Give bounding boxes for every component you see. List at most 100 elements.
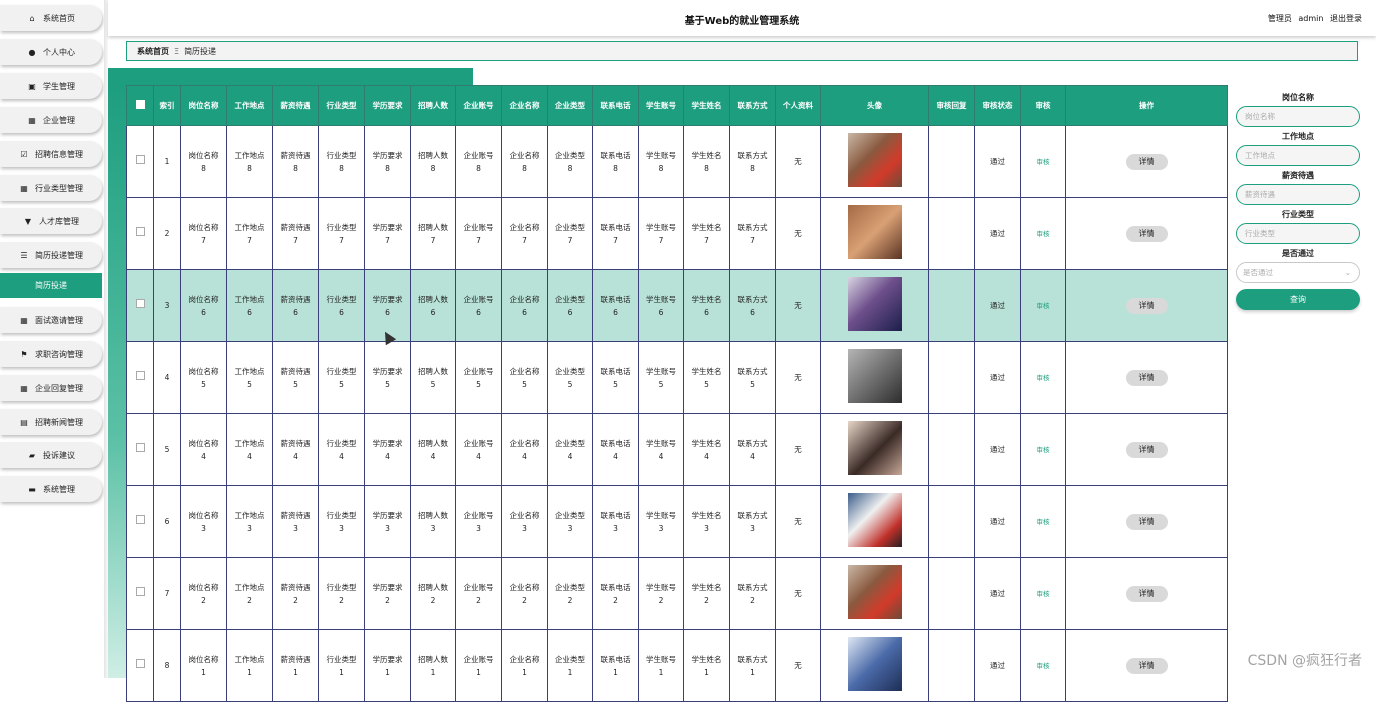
sidebar-item-companies[interactable]: ▦ 企业管理 xyxy=(0,107,102,133)
cell-label: 企业名称 xyxy=(509,222,540,232)
resume-value: 无 xyxy=(794,445,802,454)
cell-number: 7 xyxy=(201,235,206,245)
row-select-cell[interactable] xyxy=(126,125,154,198)
search-input-salary[interactable] xyxy=(1236,184,1360,205)
row-select-cell[interactable] xyxy=(126,629,154,702)
sidebar-item-system[interactable]: ▬ 系统管理 xyxy=(0,476,102,502)
cell-label: 岗位名称 xyxy=(188,150,219,160)
audit-link[interactable]: 审核 xyxy=(1037,662,1050,670)
cell-number: 1 xyxy=(293,667,298,677)
sidebar-item-resume-management[interactable]: ☰ 简历投递管理 xyxy=(0,242,102,268)
row-checkbox[interactable] xyxy=(135,371,145,380)
row-select-cell[interactable] xyxy=(126,341,154,414)
row-checkbox[interactable] xyxy=(135,587,145,596)
cell-number: 2 xyxy=(293,595,298,605)
grid-icon: ▦ xyxy=(28,115,36,125)
cell-label: 企业账号 xyxy=(463,150,494,160)
approved-select[interactable]: 是否通过 ⌄ xyxy=(1236,262,1360,283)
sidebar-item-talent-pool[interactable]: ▼ 人才库管理 xyxy=(0,208,102,234)
search-input-location[interactable] xyxy=(1236,145,1360,166)
cell-label: 工作地点 xyxy=(234,582,265,592)
detail-button[interactable]: 详情 xyxy=(1125,513,1168,530)
row-select-cell[interactable] xyxy=(126,197,154,270)
sidebar-item-profile[interactable]: ● 个人中心 xyxy=(0,39,102,65)
column-header: 审核状态 xyxy=(974,85,1021,126)
table-cell: 联系方式 7 xyxy=(729,197,776,270)
logout-link[interactable]: 退出登录 xyxy=(1330,14,1362,23)
cell-label: 岗位名称 xyxy=(188,510,219,520)
cell-number: 3 xyxy=(658,523,664,533)
detail-button[interactable]: 详情 xyxy=(1125,369,1168,386)
row-checkbox[interactable] xyxy=(135,227,145,236)
row-checkbox[interactable] xyxy=(135,659,145,668)
row-checkbox[interactable] xyxy=(135,443,145,452)
cell-label: 学生账号 xyxy=(646,294,676,304)
index-cell: 6 xyxy=(153,485,181,558)
select-all-header[interactable] xyxy=(126,85,154,126)
cell-number: 6 xyxy=(704,307,709,317)
row-checkbox[interactable] xyxy=(135,299,145,308)
search-input-industry[interactable] xyxy=(1236,223,1360,244)
table-cell: 工作地点 5 xyxy=(226,341,273,414)
sidebar-item-company-replies[interactable]: ▦ 企业回复管理 xyxy=(0,375,102,401)
table-row: 3 岗位名称 6 工作地点 6 薪资待遇 6 行业类型 6 学历要求 6 招聘人数 6 企业账号 6 企业名称… xyxy=(126,269,1228,342)
table-cell: 联系电话 1 xyxy=(592,629,639,702)
search-label-industry: 行业类型 xyxy=(1282,210,1314,219)
audit-link[interactable]: 审核 xyxy=(1037,590,1050,598)
row-select-cell[interactable] xyxy=(126,413,154,486)
search-input-job-title[interactable] xyxy=(1236,106,1360,127)
sidebar-item-students[interactable]: ▣ 学生管理 xyxy=(0,73,102,99)
table-cell: 企业类型 8 xyxy=(547,125,593,198)
table-cell: 联系电话 6 xyxy=(592,269,639,342)
select-all-checkbox[interactable] xyxy=(135,99,145,109)
audit-link[interactable]: 审核 xyxy=(1037,302,1050,310)
row-select-cell[interactable] xyxy=(126,557,154,630)
breadcrumb-separator-icon: Ξ xyxy=(174,46,180,56)
cell-label: 薪资待遇 xyxy=(280,294,311,304)
detail-button[interactable]: 详情 xyxy=(1125,441,1168,458)
audit-link[interactable]: 审核 xyxy=(1037,230,1050,238)
detail-button[interactable]: 详情 xyxy=(1125,297,1168,314)
cell-number: 3 xyxy=(385,523,390,533)
cell-number: 7 xyxy=(385,235,390,245)
row-select-cell[interactable] xyxy=(126,269,154,342)
table-cell: 企业名称 6 xyxy=(501,269,548,342)
decorative-strip xyxy=(108,85,126,678)
cell-label: 岗位名称 xyxy=(188,222,219,232)
detail-button[interactable]: 详情 xyxy=(1125,657,1168,674)
sidebar-item-complaints[interactable]: ▰ 投诉建议 xyxy=(0,442,102,468)
sidebar-item-job-postings[interactable]: ☑ 招聘信息管理 xyxy=(0,141,102,167)
audit-link[interactable]: 审核 xyxy=(1037,518,1050,526)
cell-number: 7 xyxy=(522,235,527,245)
sidebar-item-industry-types[interactable]: ▦ 行业类型管理 xyxy=(0,175,102,201)
row-index: 6 xyxy=(164,517,170,526)
cell-label: 学历要求 xyxy=(372,150,403,160)
search-button[interactable]: 查询 xyxy=(1236,289,1360,310)
cell-number: 6 xyxy=(339,307,344,317)
sidebar-item-resume-submission[interactable]: 简历投递 xyxy=(0,273,102,298)
audit-link[interactable]: 审核 xyxy=(1037,446,1050,454)
cell-label: 岗位名称 xyxy=(188,366,219,376)
cell-label: 薪资待遇 xyxy=(280,150,311,160)
row-checkbox[interactable] xyxy=(135,155,145,164)
sidebar-item-home[interactable]: ⌂ 系统首页 xyxy=(0,5,102,31)
cell-label: 薪资待遇 xyxy=(280,654,311,664)
sidebar-item-interviews[interactable]: ▦ 面试邀请管理 xyxy=(0,307,102,333)
row-select-cell[interactable] xyxy=(126,485,154,558)
table-row: 4 岗位名称 5 工作地点 5 薪资待遇 5 行业类型 5 学历要求 5 招聘人数 5 企业账号 5 企业名称… xyxy=(126,341,1228,414)
sidebar-item-label: 求职咨询管理 xyxy=(35,349,83,359)
detail-button[interactable]: 详情 xyxy=(1125,153,1168,170)
detail-button[interactable]: 详情 xyxy=(1125,225,1168,242)
table-cell: 薪资待遇 7 xyxy=(272,197,319,270)
table-cell: 企业名称 4 xyxy=(501,413,548,486)
sidebar-item-consultations[interactable]: ⚑ 求职咨询管理 xyxy=(0,341,102,367)
sidebar-item-recruitment-news[interactable]: ▤ 招聘新闻管理 xyxy=(0,409,102,435)
audit-link[interactable]: 审核 xyxy=(1037,374,1050,382)
detail-button[interactable]: 详情 xyxy=(1125,585,1168,602)
cell-number: 3 xyxy=(567,523,573,533)
cell-number: 3 xyxy=(293,523,298,533)
audit-status-cell: 通过 xyxy=(974,269,1021,342)
audit-link[interactable]: 审核 xyxy=(1037,158,1050,166)
row-checkbox[interactable] xyxy=(135,515,145,524)
breadcrumb-home[interactable]: 系统首页 xyxy=(137,46,169,57)
